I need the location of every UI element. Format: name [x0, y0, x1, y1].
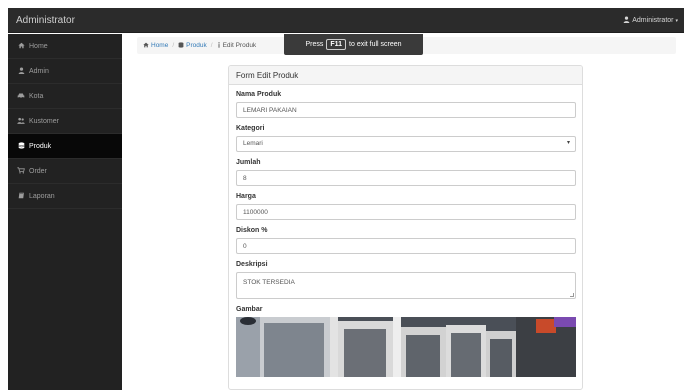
- sidebar-item-kota[interactable]: Kota: [8, 84, 122, 109]
- sidebar-item-produk[interactable]: Produk: [8, 134, 122, 159]
- kategori-label: Kategori: [236, 125, 265, 132]
- fullscreen-key-badge: F11: [326, 39, 347, 50]
- home-icon: [17, 42, 25, 51]
- user-icon: [17, 66, 25, 76]
- home-icon: [143, 42, 149, 50]
- jumlah-label: Jumlah: [236, 159, 261, 166]
- car-icon: [17, 92, 25, 101]
- sidebar-item-label: Laporan: [29, 192, 55, 200]
- diskon-label: Diskon %: [236, 227, 268, 234]
- nama-produk-label: Nama Produk: [236, 91, 282, 98]
- user-menu-label: Administrator: [632, 17, 674, 24]
- deskripsi-textarea[interactable]: STOK TERSEDIA: [236, 272, 576, 299]
- breadcrumb-produk-label: Produk: [186, 42, 207, 49]
- resize-handle-icon[interactable]: [570, 293, 574, 297]
- form-group-deskripsi: Deskripsi STOK TERSEDIA: [236, 261, 576, 299]
- sidebar-item-kustomer[interactable]: Kustomer: [8, 109, 122, 134]
- diskon-input[interactable]: [236, 238, 576, 254]
- sidebar-item-label: Produk: [29, 142, 52, 150]
- edit-product-form: Nama Produk Kategori Lemari ▾ Jumlah Har…: [229, 85, 582, 377]
- fullscreen-notice-prefix: Press: [305, 41, 324, 48]
- sidebar-item-admin[interactable]: Admin: [8, 59, 122, 84]
- panel-title: Form Edit Produk: [229, 66, 582, 85]
- sidebar-item-label: Kustomer: [29, 117, 59, 125]
- sidebar-item-laporan[interactable]: Laporan: [8, 184, 122, 209]
- fullscreen-notice: Press F11 to exit full screen: [284, 34, 423, 55]
- form-group-diskon: Diskon %: [236, 227, 576, 254]
- fullscreen-notice-suffix: to exit full screen: [349, 41, 402, 48]
- sidebar-item-label: Order: [29, 167, 47, 175]
- form-group-harga: Harga: [236, 193, 576, 220]
- nama-produk-input[interactable]: [236, 102, 576, 118]
- user-menu-dropdown[interactable]: Administrator ▾: [623, 16, 678, 25]
- form-group-gambar: Gambar: [236, 306, 576, 377]
- form-group-nama: Nama Produk: [236, 91, 576, 118]
- cart-icon: [17, 166, 25, 176]
- database-icon: [17, 141, 25, 151]
- users-icon: [17, 117, 25, 126]
- top-navbar: Administrator Administrator ▾: [8, 8, 684, 33]
- form-group-kategori: Kategori Lemari ▾: [236, 125, 576, 152]
- sidebar-item-home[interactable]: Home: [8, 34, 122, 59]
- breadcrumb-separator: /: [172, 42, 175, 49]
- sidebar: Home Admin Kota Kustomer Produk Order La…: [8, 34, 122, 390]
- kategori-select-value: Lemari: [236, 136, 576, 152]
- kategori-select[interactable]: Lemari ▾: [236, 136, 576, 152]
- breadcrumb-separator: /: [210, 42, 213, 49]
- harga-label: Harga: [236, 193, 256, 200]
- edit-product-panel: Form Edit Produk Nama Produk Kategori Le…: [228, 65, 583, 390]
- chevron-down-icon: ▾: [566, 140, 570, 146]
- breadcrumb-home-label: Home: [151, 42, 169, 49]
- database-icon: [178, 41, 184, 50]
- breadcrumb-produk[interactable]: Produk: [178, 41, 207, 50]
- book-icon: [17, 192, 25, 201]
- sidebar-item-label: Admin: [29, 67, 49, 75]
- breadcrumb-current-label: Edit Produk: [222, 42, 257, 49]
- sidebar-item-order[interactable]: Order: [8, 159, 122, 184]
- sidebar-item-label: Home: [29, 42, 48, 50]
- deskripsi-label: Deskripsi: [236, 261, 268, 268]
- sidebar-item-label: Kota: [29, 92, 44, 100]
- caret-down-icon: ▾: [675, 17, 678, 24]
- breadcrumb-home[interactable]: Home: [143, 42, 168, 50]
- deskripsi-wrapper: STOK TERSEDIA: [236, 272, 576, 299]
- user-icon: [623, 16, 630, 25]
- product-image: [236, 317, 576, 377]
- breadcrumb-current: Edit Produk: [217, 41, 257, 50]
- info-icon: [217, 41, 221, 50]
- jumlah-input[interactable]: [236, 170, 576, 186]
- form-group-jumlah: Jumlah: [236, 159, 576, 186]
- navbar-brand[interactable]: Administrator: [16, 15, 75, 26]
- harga-input[interactable]: [236, 204, 576, 220]
- gambar-label: Gambar: [236, 306, 263, 313]
